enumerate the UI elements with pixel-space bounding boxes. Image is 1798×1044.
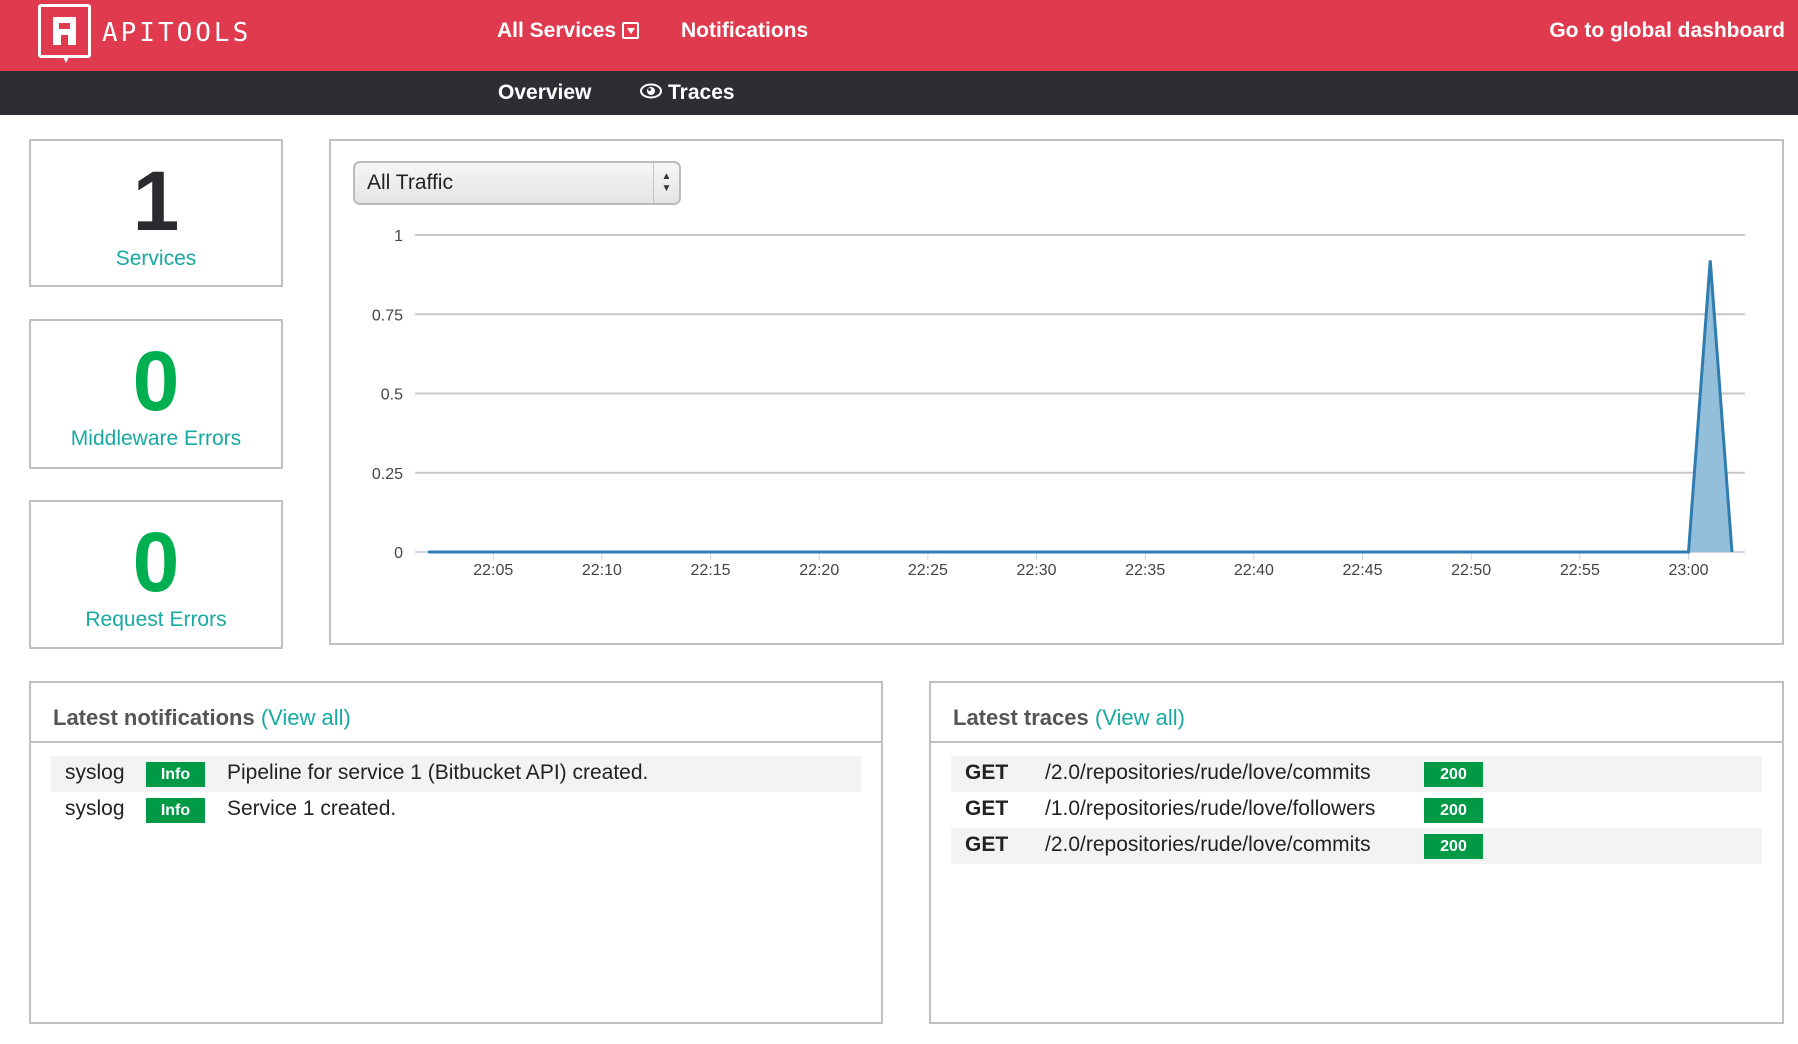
notification-row[interactable]: syslog Info Pipeline for service 1 (Bitb… [51, 756, 861, 792]
notification-source: syslog [65, 797, 125, 820]
notifications-view-all-link[interactable]: (View all) [261, 705, 351, 730]
trace-path: /2.0/repositories/rude/love/commits [1045, 833, 1371, 856]
y-tick-label: 0 [394, 545, 403, 562]
traces-title: Latest traces [953, 705, 1089, 730]
trace-path: /1.0/repositories/rude/love/followers [1045, 797, 1376, 820]
x-tick-label: 22:25 [908, 562, 948, 579]
notification-level-badge: Info [146, 798, 205, 823]
series-area [428, 260, 1732, 552]
trace-status-badge: 200 [1424, 798, 1483, 823]
traces-view-all-link[interactable]: (View all) [1095, 705, 1185, 730]
y-tick-label: 1 [394, 228, 403, 245]
x-tick-label: 22:20 [799, 562, 839, 579]
trace-method: GET [965, 833, 1009, 856]
trace-row[interactable]: GET /2.0/repositories/rude/love/commits … [951, 756, 1762, 792]
trace-status-badge: 200 [1424, 762, 1483, 787]
traces-header: Latest traces (View all) [931, 683, 1782, 743]
x-tick-label: 22:50 [1451, 562, 1491, 579]
x-tick-label: 22:35 [1125, 562, 1165, 579]
trace-method: GET [965, 797, 1009, 820]
x-tick-label: 22:15 [691, 562, 731, 579]
trace-row[interactable]: GET /1.0/repositories/rude/love/follower… [951, 792, 1762, 828]
x-tick-label: 22:55 [1560, 562, 1600, 579]
trace-row[interactable]: GET /2.0/repositories/rude/love/commits … [951, 828, 1762, 864]
notification-row[interactable]: syslog Info Service 1 created. [51, 792, 861, 828]
trace-path: /2.0/repositories/rude/love/commits [1045, 761, 1371, 784]
trace-status-badge: 200 [1424, 834, 1483, 859]
traces-panel: Latest traces (View all) GET /2.0/reposi… [929, 681, 1784, 1024]
y-tick-label: 0.25 [372, 466, 403, 483]
notifications-title: Latest notifications [53, 705, 255, 730]
trace-method: GET [965, 761, 1009, 784]
series-line [428, 260, 1734, 554]
y-tick-label: 0.5 [381, 387, 403, 404]
notifications-header: Latest notifications (View all) [31, 683, 881, 743]
notification-source: syslog [65, 761, 125, 784]
x-tick-label: 22:05 [473, 562, 513, 579]
notifications-panel: Latest notifications (View all) syslog I… [29, 681, 883, 1024]
x-tick-label: 22:10 [582, 562, 622, 579]
notification-message: Service 1 created. [227, 797, 397, 820]
x-tick-label: 22:45 [1342, 562, 1382, 579]
notification-level-badge: Info [146, 762, 205, 787]
y-tick-label: 0.75 [372, 307, 403, 324]
notification-message: Pipeline for service 1 (Bitbucket API) c… [227, 761, 649, 784]
traffic-chart: 0 0.25 0.5 0.75 1 22:05 22:10 22:15 22:20 22:25 22… [372, 228, 1745, 579]
x-tick-label: 22:40 [1234, 562, 1274, 579]
x-tick-label: 23:00 [1668, 562, 1708, 579]
x-tick-label: 22:30 [1017, 562, 1057, 579]
